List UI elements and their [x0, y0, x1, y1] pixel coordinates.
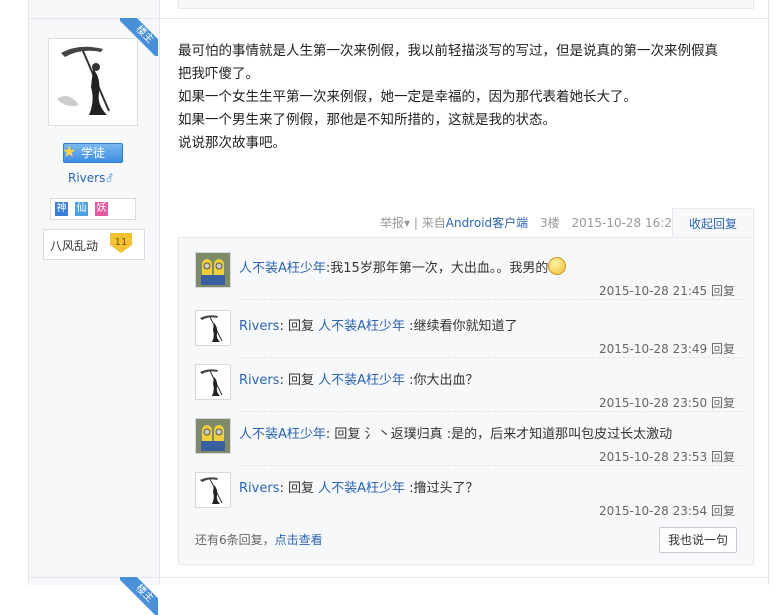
reply-time: 2015-10-28 23:53	[599, 450, 708, 464]
source-link[interactable]: Android客户端	[446, 216, 528, 230]
reply-item: 人不装A枉少年:我15岁那年第一次，大出血。。我男的 2015-10-28 21…	[195, 252, 745, 304]
reply-item: 人不装A枉少年: 回复 氵丶返璞归真 :是的，后来才知道那叫包皮过长太激动 20…	[195, 418, 745, 470]
reply-meta: 2015-10-28 23:54 回复	[599, 502, 735, 519]
emoji-icon	[548, 257, 567, 275]
reply-avatar[interactable]	[195, 472, 231, 508]
reaper-avatar-icon	[200, 477, 223, 504]
reply-prefix: : 回复	[325, 427, 365, 442]
post-frame: 楼主 楼主 ★ 学徒 Rivers⚦ 神 仙 妖 八风乱动 11 最可怕的事情就…	[0, 0, 770, 615]
more-replies-text: 还有6条回复，	[195, 533, 275, 547]
honor-level-icon: 11	[110, 233, 132, 253]
reply-user[interactable]: Rivers	[239, 373, 279, 388]
meta-divider: |	[413, 216, 422, 230]
author-name-text: Rivers	[68, 171, 106, 185]
minion-avatar-icon	[196, 419, 230, 453]
reply-text: :撸过头了？	[405, 481, 479, 496]
tag-box: 神 仙 妖	[50, 198, 136, 220]
star-icon: ★	[62, 142, 77, 161]
reply-action[interactable]: 回复	[711, 284, 735, 298]
minion-avatar-icon	[196, 253, 230, 287]
reply-time: 2015-10-28 23:54	[599, 504, 708, 518]
reaper-avatar-icon	[57, 46, 110, 115]
reply-text: :我15岁那年第一次，大出血。。我男的	[325, 261, 549, 276]
reply-line: Rivers: 回复 人不装A枉少年 :你大出血？	[239, 369, 479, 388]
reply-user[interactable]: 人不装A枉少年	[239, 261, 326, 276]
reply-target[interactable]: 人不装A枉少年	[318, 319, 405, 334]
reply-meta: 2015-10-28 23:50 回复	[599, 394, 735, 411]
reply-divider	[239, 465, 745, 466]
reply-area: 人不装A枉少年:我15岁那年第一次，大出血。。我男的 2015-10-28 21…	[178, 237, 754, 565]
reaper-avatar-icon	[200, 315, 223, 342]
reply-item: Rivers: 回复 人不装A枉少年 :撸过头了？ 2015-10-28 23:…	[195, 472, 745, 524]
reply-action[interactable]: 回复	[711, 504, 735, 518]
collapse-replies-button[interactable]: 收起回复	[672, 208, 754, 239]
tag-yao[interactable]: 妖	[95, 202, 108, 216]
level-label: 学徒	[80, 146, 105, 160]
reply-action[interactable]: 回复	[711, 450, 735, 464]
reply-item: Rivers: 回复 人不装A枉少年 :你大出血？ 2015-10-28 23:…	[195, 364, 745, 416]
reply-action[interactable]: 回复	[711, 396, 735, 410]
reply-prefix: : 回复	[279, 481, 319, 496]
reply-action[interactable]: 回复	[711, 342, 735, 356]
reply-avatar[interactable]	[195, 310, 231, 346]
reply-line: 人不装A枉少年: 回复 氵丶返璞归真 :是的，后来才知道那叫包皮过长太激动	[239, 423, 672, 442]
reply-divider	[239, 411, 745, 412]
report-link[interactable]: 举报	[380, 216, 404, 230]
floor-number: 3楼	[539, 216, 560, 230]
male-icon: ⚦	[105, 174, 114, 185]
reply-line: 人不装A枉少年:我15岁那年第一次，大出血。。我男的	[239, 257, 567, 276]
level-badge[interactable]: ★ 学徒	[62, 142, 123, 163]
post-line: 说说那次故事吧。	[178, 135, 286, 151]
reply-user[interactable]: Rivers	[239, 481, 279, 496]
next-floor-owner-badge: 楼主	[120, 577, 158, 615]
reply-text: :是的，后来才知道那叫包皮过长太激动	[442, 427, 673, 442]
post-time: 2015-10-28 16:23	[571, 216, 680, 230]
reply-line: Rivers: 回复 人不装A枉少年 :撸过头了？	[239, 477, 479, 496]
previous-reply-strip	[178, 0, 754, 9]
reply-line: Rivers: 回复 人不装A枉少年 :继续看你就知道了	[239, 315, 518, 334]
reply-target[interactable]: 人不装A枉少年	[318, 373, 405, 388]
reply-prefix: : 回复	[279, 373, 319, 388]
view-more-link[interactable]: 点击查看	[275, 533, 323, 547]
tag-shen[interactable]: 神	[55, 202, 68, 216]
post-line: 如果一个女生生平第一次来例假，她一定是幸福的，因为那代表着她长大了。	[178, 89, 637, 105]
reply-avatar[interactable]	[195, 364, 231, 400]
post-line: 最可怕的事情就是人生第一次来例假，我以前轻描淡写的写过，但是说真的第一次来例假真	[178, 43, 718, 59]
reply-meta: 2015-10-28 21:45 回复	[599, 282, 735, 299]
reply-time: 2015-10-28 23:49	[599, 342, 708, 356]
reply-target[interactable]: 氵丶返璞归真	[365, 427, 443, 442]
honor-box[interactable]: 八风乱动 11	[43, 229, 145, 260]
reply-text: :你大出血？	[405, 373, 479, 388]
reply-prefix: : 回复	[279, 319, 319, 334]
reply-avatar[interactable]	[195, 252, 231, 288]
post-line: 如果一个男生来了例假，那他是不知所措的，这就是我的状态。	[178, 112, 556, 128]
reaper-avatar-icon	[200, 369, 223, 396]
reply-meta: 2015-10-28 23:53 回复	[599, 448, 735, 465]
next-floor-owner-label: 楼主	[120, 577, 158, 615]
tag-xian[interactable]: 仙	[75, 202, 88, 216]
reply-avatar[interactable]	[195, 418, 231, 454]
reply-user[interactable]: Rivers	[239, 319, 279, 334]
say-something-button[interactable]: 我也说一句	[659, 527, 737, 553]
honor-text: 八风乱动	[50, 239, 99, 253]
author-avatar[interactable]	[48, 38, 138, 126]
reply-user[interactable]: 人不装A枉少年	[239, 427, 326, 442]
reply-time: 2015-10-28 23:50	[599, 396, 708, 410]
reply-target[interactable]: 人不装A枉少年	[318, 481, 405, 496]
more-replies: 还有6条回复，点击查看	[195, 531, 323, 548]
reply-text: :继续看你就知道了	[405, 319, 518, 334]
post-line: 把我吓傻了。	[178, 66, 259, 82]
reply-divider	[239, 357, 745, 358]
reply-divider	[239, 299, 745, 300]
post-meta: 举报▾ | 来自Android客户端 3楼 2015-10-28 16:23	[380, 214, 680, 231]
reply-time: 2015-10-28 21:45	[599, 284, 708, 298]
source-prefix: 来自	[421, 216, 446, 230]
frame-edge	[768, 0, 769, 585]
reply-meta: 2015-10-28 23:49 回复	[599, 340, 735, 357]
reply-item: Rivers: 回复 人不装A枉少年 :继续看你就知道了 2015-10-28 …	[195, 310, 745, 362]
post-content: 最可怕的事情就是人生第一次来例假，我以前轻描淡写的写过，但是说真的第一次来例假真…	[178, 40, 738, 155]
author-name[interactable]: Rivers⚦	[68, 171, 114, 185]
chevron-down-icon: ▾	[404, 216, 411, 230]
